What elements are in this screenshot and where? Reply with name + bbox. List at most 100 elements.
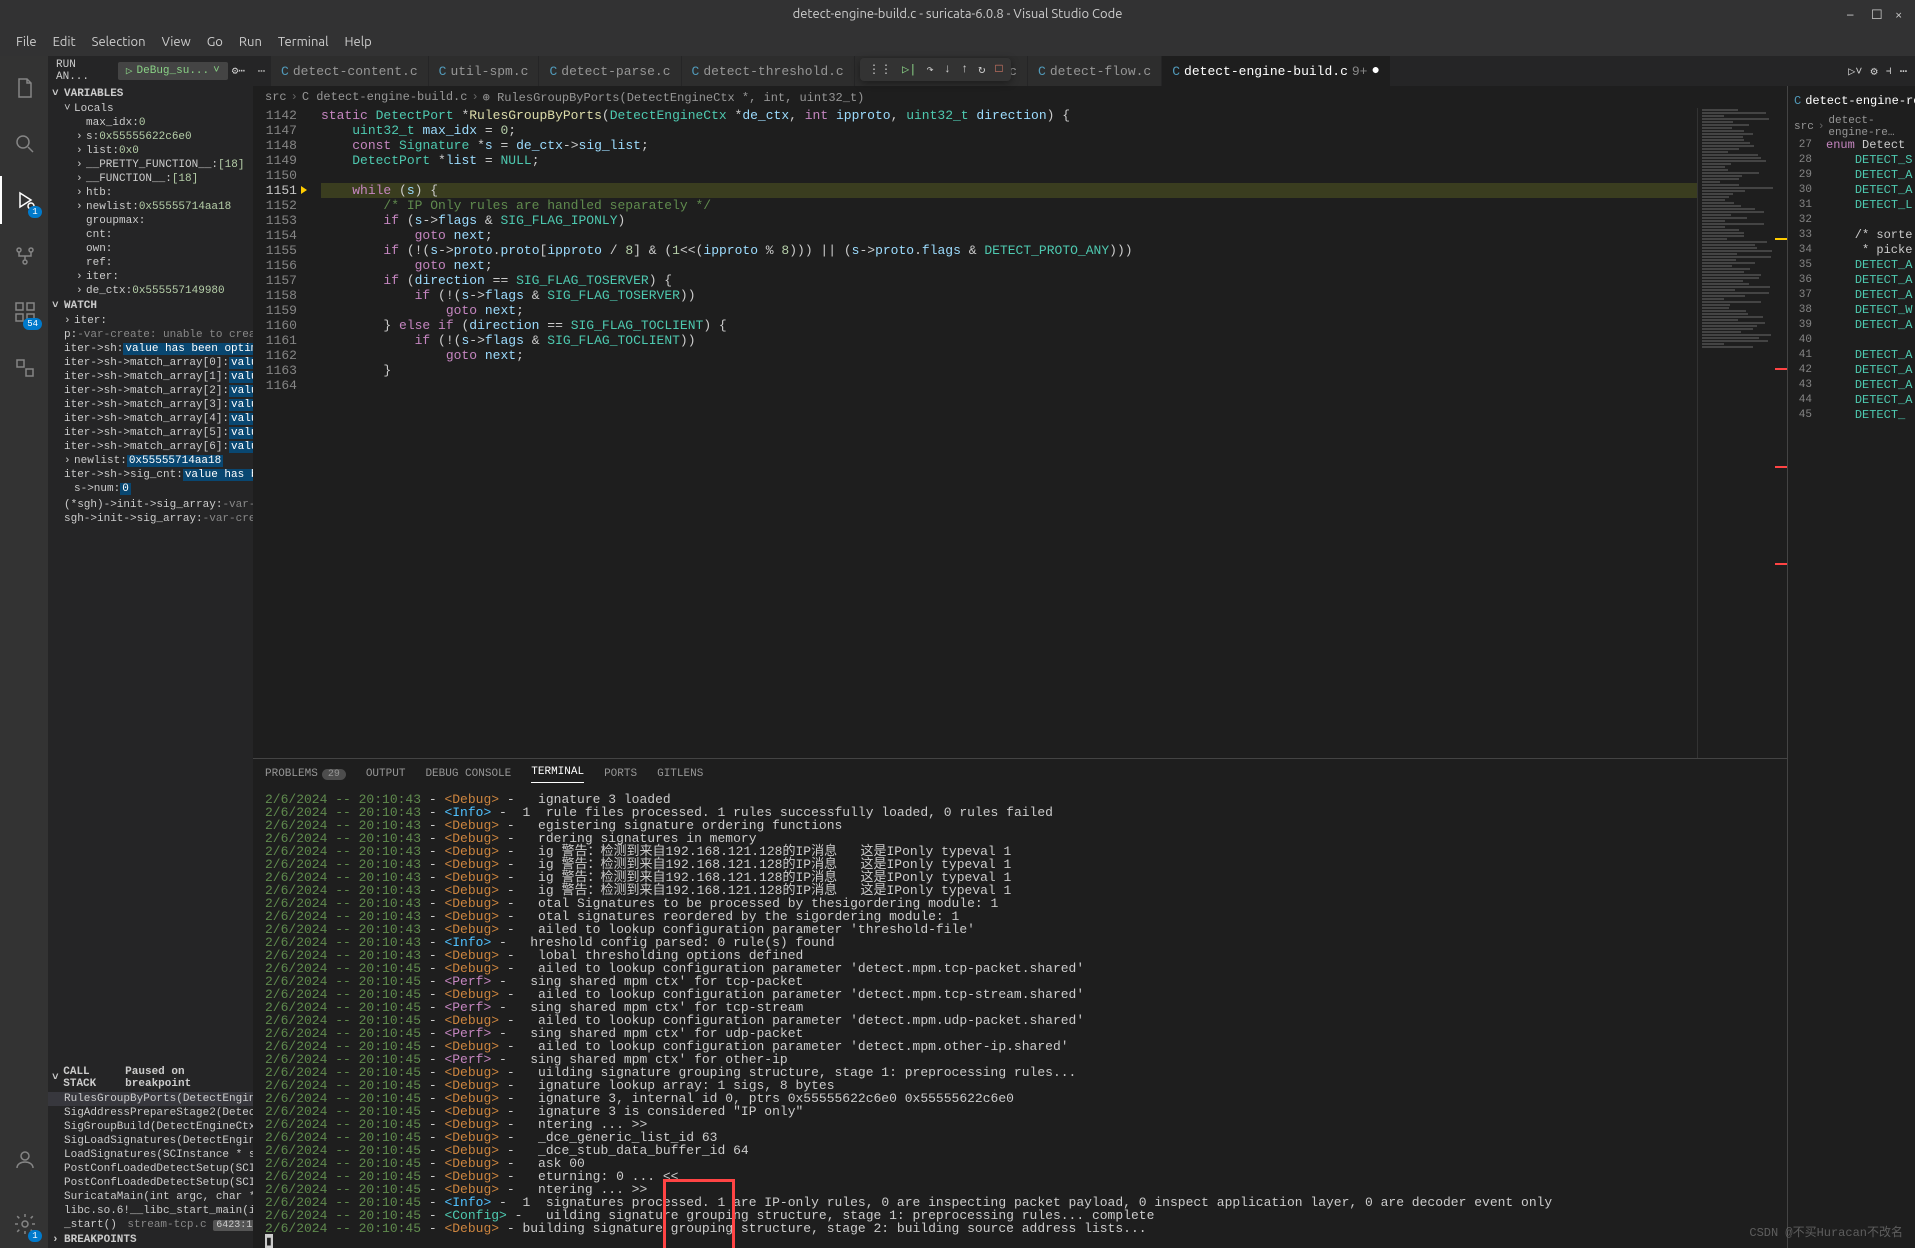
callstack-frame[interactable]: PostConfLoadedDetectSetup(SCInstanc <box>48 1162 253 1176</box>
menu-help[interactable]: Help <box>336 35 379 49</box>
run-debug-icon[interactable]: 1 <box>0 176 48 224</box>
breadcrumb-item[interactable]: detect-engine-re… <box>1828 115 1909 139</box>
terminal-line: 2/6/2024 -- 20:10:45 - <Debug> - buildin… <box>265 1222 1775 1235</box>
callstack-section[interactable]: ˅CALL STACKPaused on breakpoint <box>48 1064 253 1092</box>
breadcrumb-item[interactable]: C detect-engine-build.c <box>302 90 468 104</box>
menu-selection[interactable]: Selection <box>84 35 154 49</box>
ext-badge: 54 <box>23 318 42 330</box>
close-button[interactable]: × <box>1895 8 1907 20</box>
editor-tab[interactable]: C detect-engine-build.c 9+ ● <box>1162 56 1391 86</box>
minimize-button[interactable]: – <box>1847 8 1859 20</box>
watch-item[interactable]: p: -var-create: unable to create ... <box>48 328 253 342</box>
watch-section[interactable]: ˅WATCH <box>48 298 253 314</box>
panel-tab-terminal[interactable]: TERMINAL <box>531 766 584 783</box>
code-editor[interactable]: 1142114711481149115011511152115311541155… <box>253 108 1787 758</box>
breadcrumb-item[interactable]: src <box>1794 121 1814 133</box>
panel-tab-output[interactable]: OUTPUT <box>366 768 406 780</box>
menu-terminal[interactable]: Terminal <box>270 35 337 49</box>
window-title: detect-engine-build.c - suricata-6.0.8 -… <box>793 7 1123 21</box>
watch-item[interactable]: iter->sh->match_array[1]: value h… <box>48 370 253 384</box>
side-tab[interactable]: Cdetect-engine-regist… <box>1788 86 1915 116</box>
run-icon[interactable]: ▷˅ <box>1848 64 1862 79</box>
variable-item[interactable]: › iter: <box>48 270 253 284</box>
editor-tab[interactable]: C util-spm.c <box>429 56 540 86</box>
extensions-icon[interactable]: 54 <box>0 288 48 336</box>
testing-icon[interactable] <box>0 344 48 392</box>
locals-header[interactable]: ˅Locals <box>48 102 253 116</box>
variable-item[interactable]: › __FUNCTION__: [18] <box>48 172 253 186</box>
menu-edit[interactable]: Edit <box>45 35 84 49</box>
side-editor: Cdetect-engine-regist… src›detect-engine… <box>1787 86 1915 1248</box>
menu-file[interactable]: File <box>8 35 45 49</box>
callstack-frame[interactable]: SigGroupBuild(DetectEngineCtx * de_ <box>48 1120 253 1134</box>
variable-item[interactable]: cnt: <box>48 228 253 242</box>
panel-tab-ports[interactable]: PORTS <box>604 768 637 780</box>
editor-tabs: ⋯ C detect-content.cC util-spm.cC detect… <box>253 56 1915 86</box>
variable-item[interactable]: › __PRETTY_FUNCTION__: [18] <box>48 158 253 172</box>
callstack-frame[interactable]: _start() stream-tcp.c 6423:1 <box>48 1218 253 1232</box>
variable-item[interactable]: ref: <box>48 256 253 270</box>
editor-tab[interactable]: C detect-content.c <box>271 56 429 86</box>
settings-icon[interactable]: 1 <box>0 1200 48 1248</box>
variable-item[interactable]: › htb: <box>48 186 253 200</box>
watch-item[interactable]: iter->sh->match_array[6]: value h… <box>48 440 253 454</box>
watch-item[interactable]: s->num: 0 <box>48 482 253 496</box>
callstack-frame[interactable]: libc.so.6!__libc_start_main(int (*) <box>48 1204 253 1218</box>
variable-item[interactable]: groupmax: <box>48 214 253 228</box>
watch-item[interactable]: sgh->init->sig_array: -var-create… <box>48 512 253 526</box>
watch-item[interactable]: iter->sh->match_array[0]: value h… <box>48 356 253 370</box>
search-icon[interactable] <box>0 120 48 168</box>
watch-item[interactable]: iter->sh->match_array[2]: value h… <box>48 384 253 398</box>
side-breadcrumb[interactable]: src›detect-engine-re… <box>1788 116 1915 138</box>
editor-tab[interactable]: C detect-parse.c <box>539 56 681 86</box>
callstack-frame[interactable]: SuricataMain(int argc, char ** argv <box>48 1190 253 1204</box>
watch-item[interactable]: › iter: <box>48 314 253 328</box>
maximize-button[interactable]: ☐ <box>1871 8 1883 20</box>
terminal[interactable]: 2/6/2024 -- 20:10:43 - <Debug> - ignatur… <box>253 789 1787 1248</box>
callstack-frame[interactable]: SigLoadSignatures(DetectEngineCtx * <box>48 1134 253 1148</box>
gear-icon[interactable]: ⚙ <box>232 64 239 78</box>
watch-item[interactable]: iter->sh->match_array[5]: value h… <box>48 426 253 440</box>
callstack-frame[interactable]: PostConfLoadedDetectSetup(SCInstanc <box>48 1176 253 1190</box>
watch-item[interactable]: › newlist: 0x55555714aa18 <box>48 454 253 468</box>
variable-item[interactable]: › s: 0x55555622c6e0 <box>48 130 253 144</box>
menu-view[interactable]: View <box>154 35 199 49</box>
explorer-icon[interactable] <box>0 64 48 112</box>
callstack-frame[interactable]: RulesGroupByPorts(DetectEngineCtx * <box>48 1092 253 1106</box>
accounts-icon[interactable] <box>0 1136 48 1184</box>
breadcrumb[interactable]: src›C detect-engine-build.c›⊕ RulesGroup… <box>253 86 1787 108</box>
source-control-icon[interactable] <box>0 232 48 280</box>
run-panel-header: RUN AN... ▷ DeBug_su... ˅ ⚙ ⋯ <box>48 56 253 86</box>
debug-config-selector[interactable]: ▷ DeBug_su... ˅ <box>118 62 228 80</box>
variables-section[interactable]: ˅VARIABLES <box>48 86 253 102</box>
more-icon[interactable]: ⋯ <box>238 64 245 78</box>
more-icon[interactable]: ⋯ <box>1900 64 1907 79</box>
breadcrumb-item[interactable]: src <box>265 90 287 104</box>
watch-item[interactable]: iter->sh->match_array[3]: value h… <box>48 398 253 412</box>
editor-tab[interactable]: C detect-threshold.c <box>682 56 855 86</box>
watch-item[interactable]: iter->sh->match_array[4]: value h… <box>48 412 253 426</box>
watch-item[interactable]: iter->sh: value has been optimize… <box>48 342 253 356</box>
watch-item[interactable]: (*sgh)->init->sig_array: -var-cr… <box>48 498 253 512</box>
callstack-frame[interactable]: SigAddressPrepareStage2(DetectEngin <box>48 1106 253 1120</box>
variable-item[interactable]: own: <box>48 242 253 256</box>
gear-icon[interactable]: ⚙ <box>1871 64 1878 79</box>
panel-tab-problems[interactable]: PROBLEMS29 <box>265 768 346 780</box>
editor-tab[interactable]: C detect-flow.c <box>1028 56 1162 86</box>
split-icon[interactable]: ⫞ <box>1886 64 1892 78</box>
panel-tab-debug-console[interactable]: DEBUG CONSOLE <box>425 768 511 780</box>
menu-run[interactable]: Run <box>231 35 270 49</box>
breakpoints-section[interactable]: ›BREAKPOINTS <box>48 1232 253 1248</box>
callstack-frame[interactable]: LoadSignatures(SCInstance * suri, S <box>48 1148 253 1162</box>
breadcrumb-item[interactable]: ⊕ RulesGroupByPorts(DetectEngineCtx *, i… <box>483 90 865 105</box>
minimap[interactable] <box>1697 108 1787 758</box>
variable-item[interactable]: › list: 0x0 <box>48 144 253 158</box>
tab-placeholder[interactable]: ⋯ <box>253 56 271 86</box>
watch-item[interactable]: iter->sh->sig_cnt: value has been… <box>48 468 253 482</box>
variable-item[interactable]: max_idx: 0 <box>48 116 253 130</box>
variable-item[interactable]: › newlist: 0x55555714aa18 <box>48 200 253 214</box>
panel-tab-gitlens[interactable]: GITLENS <box>657 768 703 780</box>
settings-badge: 1 <box>28 1230 42 1242</box>
variable-item[interactable]: › de_ctx: 0x555557149980 <box>48 284 253 298</box>
menu-go[interactable]: Go <box>199 35 231 49</box>
